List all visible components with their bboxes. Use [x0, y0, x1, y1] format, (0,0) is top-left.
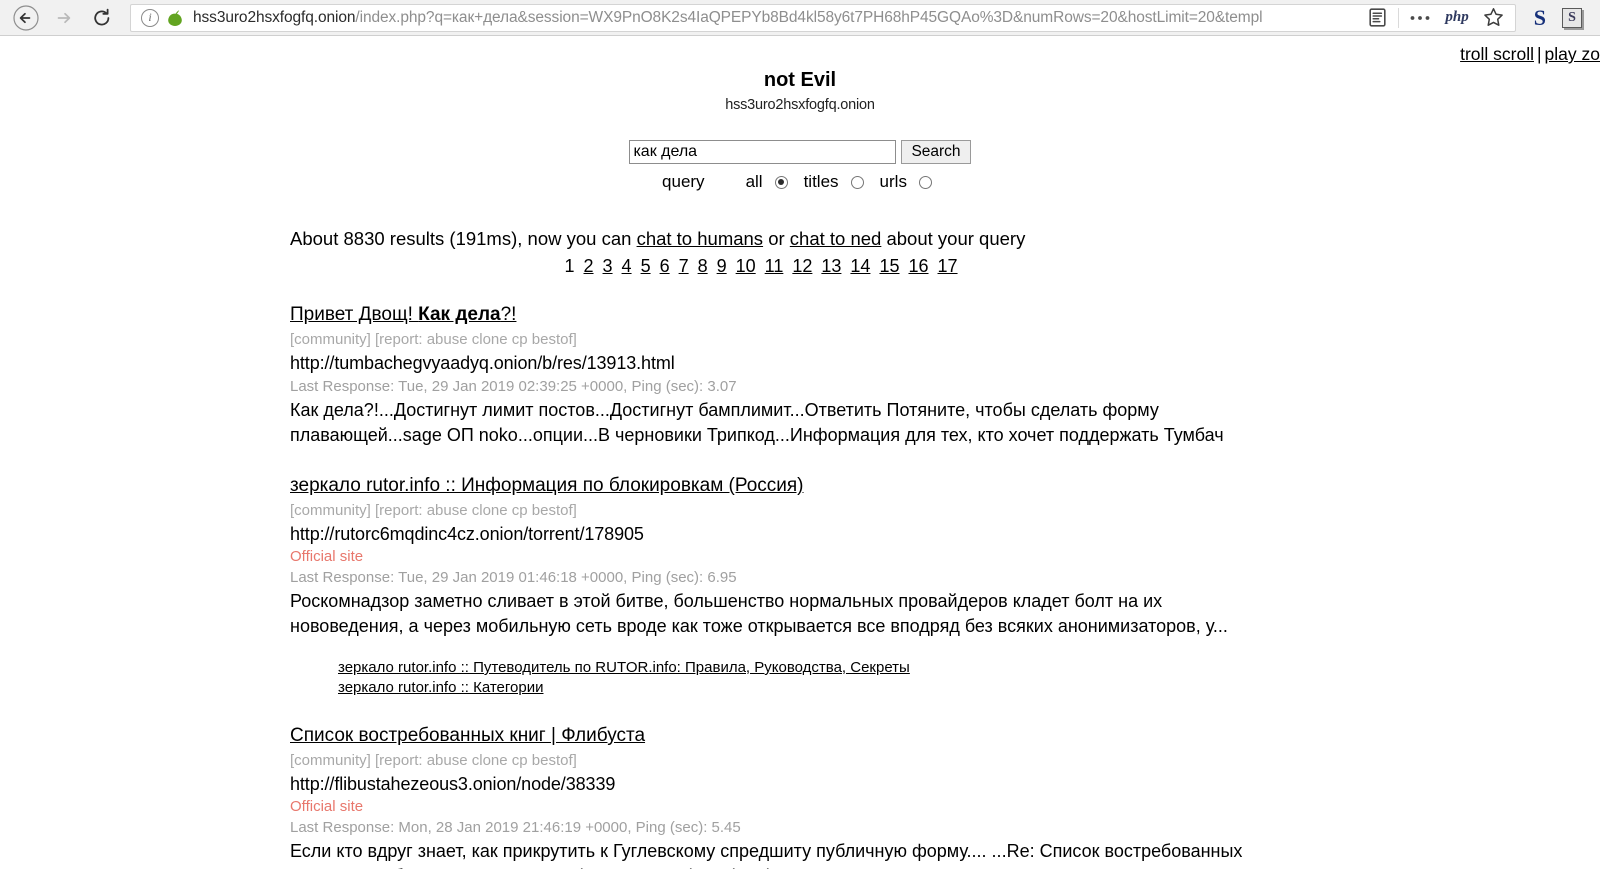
- search-result: Список востребованных книг | Флибуста [c…: [290, 724, 1250, 869]
- result-snippet: Если кто вдруг знает, как прикрутить к Г…: [290, 841, 1243, 869]
- official-site-badge: Official site: [290, 548, 364, 565]
- reload-button[interactable]: [84, 2, 120, 34]
- page-link[interactable]: 10: [736, 256, 756, 276]
- page-link[interactable]: 4: [622, 256, 632, 276]
- page-link[interactable]: 9: [717, 256, 727, 276]
- result-url: http://tumbachegvyaadyq.onion/b/res/1391…: [290, 353, 675, 373]
- summary-prefix: About 8830 results (191ms), now you can: [290, 228, 637, 249]
- s-box-extension-icon[interactable]: S: [1562, 7, 1582, 28]
- reader-view-icon[interactable]: [1360, 5, 1394, 31]
- result-meta: Last Response: Tue, 29 Jan 2019 02:39:25…: [290, 378, 737, 395]
- url-host: hss3uro2hsxfogfq.onion: [193, 8, 356, 26]
- bookmark-star-icon[interactable]: [1477, 5, 1511, 31]
- summary-suffix: about your query: [881, 228, 1026, 249]
- radio-all[interactable]: [774, 175, 788, 189]
- page-content: troll scroll | play zo not Evil hss3uro2hs…: [0, 36, 1600, 869]
- search-result: зеркало rutor.info :: Информация по блок…: [290, 474, 1250, 698]
- result-tags: [community] [report: abuse clone cp best…: [290, 331, 577, 348]
- browser-extensions: S S: [1522, 0, 1600, 35]
- pagination: 1 2 3 4 5 6 7 8 9 10 11 12 13 14 15 16 17: [290, 256, 1600, 277]
- result-title-link[interactable]: Список востребованных книг | Флибуста: [290, 724, 645, 748]
- page-link[interactable]: 2: [584, 256, 594, 276]
- query-label: query: [662, 172, 705, 191]
- result-meta: Last Response: Mon, 28 Jan 2019 21:46:19…: [290, 819, 741, 836]
- address-bar[interactable]: i hss3uro2hsxfogfq.onion/index.php?q=как…: [130, 3, 1516, 32]
- official-site-badge: Official site: [290, 798, 364, 815]
- option-label-titles: titles: [803, 172, 839, 191]
- page-link[interactable]: 5: [641, 256, 651, 276]
- title-pre: Привет Двощ!: [290, 304, 419, 325]
- result-url: http://flibustahezeous3.onion/node/38339: [290, 774, 616, 794]
- radio-urls[interactable]: [918, 175, 932, 189]
- page-link[interactable]: 8: [698, 256, 708, 276]
- search-button[interactable]: Search: [901, 140, 971, 164]
- result-tags: [community] [report: abuse clone cp best…: [290, 752, 577, 769]
- option-label-all: all: [745, 172, 763, 191]
- page-link[interactable]: 13: [821, 256, 841, 276]
- troll-scroll-link[interactable]: troll scroll: [1460, 44, 1534, 64]
- onion-icon: [168, 9, 182, 26]
- page-current: 1: [564, 256, 575, 276]
- play-zork-link[interactable]: play zo: [1545, 44, 1600, 64]
- page-link[interactable]: 14: [850, 256, 870, 276]
- result-url: http://rutorc6mqdinc4cz.onion/torrent/17…: [290, 524, 644, 544]
- summary-mid: or: [763, 228, 790, 249]
- page-link[interactable]: 17: [938, 256, 958, 276]
- page-title: not Evil: [763, 69, 837, 91]
- page-link[interactable]: 7: [679, 256, 689, 276]
- page-link[interactable]: 12: [792, 256, 812, 276]
- page-link[interactable]: 16: [908, 256, 928, 276]
- page-link[interactable]: 15: [879, 256, 899, 276]
- search-form: Search: [0, 140, 1600, 164]
- sublink[interactable]: зеркало rutor.info :: Категории: [338, 678, 1250, 698]
- site-domain: hss3uro2hsxfogfq.onion: [725, 97, 875, 113]
- result-sublinks: зеркало rutor.info :: Путеводитель по RU…: [290, 658, 1250, 698]
- sublink[interactable]: зеркало rutor.info :: Путеводитель по RU…: [338, 658, 1250, 678]
- s-extension-icon[interactable]: S: [1522, 5, 1558, 31]
- page-link[interactable]: 6: [660, 256, 670, 276]
- navigation-buttons: [0, 2, 120, 34]
- result-snippet: Роскомнадзор заметно сливает в этой битв…: [290, 591, 1228, 636]
- top-right-links: troll scroll | play zo: [1460, 44, 1600, 65]
- site-header: not Evil hss3uro2hsxfogfq.onion: [0, 36, 1600, 113]
- result-title-link[interactable]: зеркало rutor.info :: Информация по блок…: [290, 474, 804, 498]
- toolbar-divider: [1398, 7, 1400, 28]
- option-label-urls: urls: [879, 172, 907, 191]
- address-bar-icons: php: [1360, 5, 1510, 31]
- radio-titles[interactable]: [850, 175, 864, 189]
- result-snippet: Как дела?!...Достигнут лимит постов...До…: [290, 400, 1224, 445]
- more-options-icon[interactable]: [1403, 5, 1437, 31]
- result-title-link[interactable]: Привет Двощ! Как дела?!: [290, 303, 516, 327]
- result-meta: Last Response: Tue, 29 Jan 2019 01:46:18…: [290, 569, 737, 586]
- back-button[interactable]: [8, 2, 44, 34]
- results-area: About 8830 results (191ms), now you can …: [0, 227, 1600, 869]
- browser-toolbar: i hss3uro2hsxfogfq.onion/index.php?q=как…: [0, 0, 1600, 36]
- chat-to-humans-link[interactable]: chat to humans: [637, 228, 764, 249]
- results-summary: About 8830 results (191ms), now you can …: [290, 227, 1600, 251]
- title-highlight: Как дела: [418, 304, 501, 325]
- url-path: /index.php?q=как+дела&session=WX9PnO8K2s…: [355, 8, 1263, 26]
- link-separator: |: [1537, 44, 1542, 64]
- search-input[interactable]: [629, 140, 897, 164]
- search-scope-options: query all titles urls: [0, 172, 1600, 192]
- page-link[interactable]: 11: [765, 256, 784, 276]
- php-extension-icon[interactable]: php: [1437, 9, 1476, 26]
- result-tags: [community] [report: abuse clone cp best…: [290, 502, 577, 519]
- url-text[interactable]: hss3uro2hsxfogfq.onion/index.php?q=как+д…: [193, 9, 1360, 27]
- site-info-icon[interactable]: i: [141, 8, 159, 27]
- chat-to-ned-link[interactable]: chat to ned: [790, 228, 882, 249]
- page-link[interactable]: 3: [603, 256, 613, 276]
- title-post: ?!: [500, 304, 517, 325]
- search-result: Привет Двощ! Как дела?! [community] [rep…: [290, 303, 1250, 448]
- forward-button[interactable]: [46, 2, 82, 34]
